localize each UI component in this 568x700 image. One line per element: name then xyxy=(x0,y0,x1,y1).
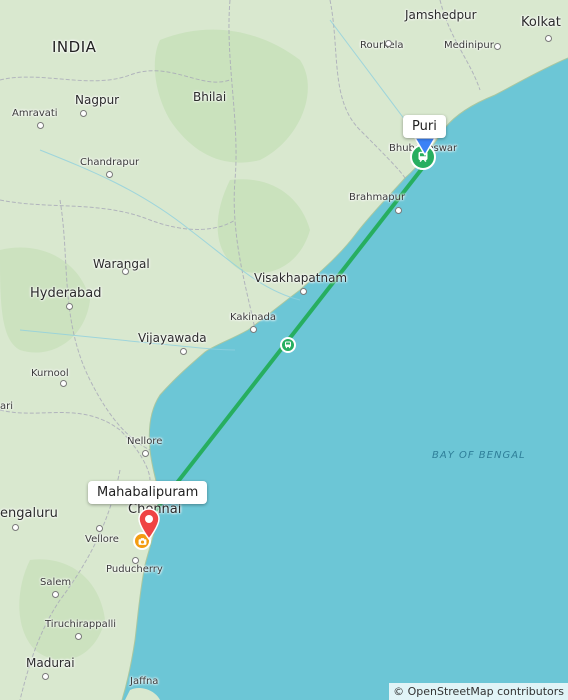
land-area xyxy=(125,688,160,700)
route-midpoint-train-icon[interactable] xyxy=(280,337,296,353)
city-label-medinipur: Medinipur xyxy=(444,40,494,51)
origin-marker-icon[interactable] xyxy=(414,137,436,157)
city-label-puducherry: Puducherry xyxy=(106,564,163,575)
city-dot xyxy=(106,171,113,178)
city-label-vijayawada: Vijayawada xyxy=(138,331,207,345)
city-dot xyxy=(52,591,59,598)
train-icon xyxy=(285,341,291,349)
city-label-bhilai: Bhilai xyxy=(193,90,227,104)
city-dot xyxy=(60,380,67,387)
city-dot xyxy=(42,673,49,680)
destination-popup[interactable]: Mahabalipuram xyxy=(88,481,208,504)
city-dot xyxy=(66,303,73,310)
city-label-bellary: ari xyxy=(0,401,14,412)
city-label-chandrapur: Chandrapur xyxy=(80,157,140,168)
city-dot xyxy=(80,110,87,117)
city-label-madurai: Madurai xyxy=(26,656,75,670)
city-label-jaffna: Jaffna xyxy=(130,676,159,687)
sea-label: BAY OF BENGAL xyxy=(432,450,526,461)
city-label-jamshedpur: Jamshedpur xyxy=(405,8,477,22)
city-dot xyxy=(494,43,501,50)
city-dot xyxy=(300,288,307,295)
city-dot xyxy=(545,35,552,42)
city-dot xyxy=(395,207,402,214)
city-label-salem: Salem xyxy=(40,577,72,588)
city-dot xyxy=(37,122,44,129)
city-dot xyxy=(250,326,257,333)
map-attribution[interactable]: © OpenStreetMap contributors xyxy=(389,683,568,700)
origin-popup[interactable]: Puri xyxy=(403,115,446,138)
city-label-amravati: Amravati xyxy=(12,108,58,119)
city-label-visakhapatnam: Visakhapatnam xyxy=(254,271,348,285)
city-dot xyxy=(12,524,19,531)
city-label-kurnool: Kurnool xyxy=(31,368,69,379)
city-label-brahmapur: Brahmapur xyxy=(349,192,406,203)
city-dot xyxy=(75,633,82,640)
city-label-kakinada: Kakinada xyxy=(230,312,277,323)
city-dot xyxy=(385,40,392,47)
country-label: INDIA xyxy=(52,38,97,56)
city-label-tiruchirappalli: Tiruchirappalli xyxy=(45,619,117,630)
city-dot xyxy=(142,450,149,457)
city-dot xyxy=(132,557,139,564)
destination-marker-icon[interactable] xyxy=(137,508,161,540)
city-dot xyxy=(96,525,103,532)
city-label-vellore: Vellore xyxy=(85,534,119,545)
city-label-hyderabad: Hyderabad xyxy=(30,286,102,301)
city-label-nellore: Nellore xyxy=(127,436,163,447)
city-label-rourkela: Rourkela xyxy=(360,40,404,51)
city-dot xyxy=(122,268,129,275)
city-dot xyxy=(180,348,187,355)
city-label-warangal: Warangal xyxy=(93,257,150,271)
map-view[interactable]: INDIA BAY OF BENGAL Jamshedpur Kolkat Ro… xyxy=(0,0,568,700)
city-label-kolkata: Kolkat xyxy=(521,15,561,30)
city-label-bengaluru: engaluru xyxy=(0,506,58,521)
city-label-nagpur: Nagpur xyxy=(75,93,120,107)
